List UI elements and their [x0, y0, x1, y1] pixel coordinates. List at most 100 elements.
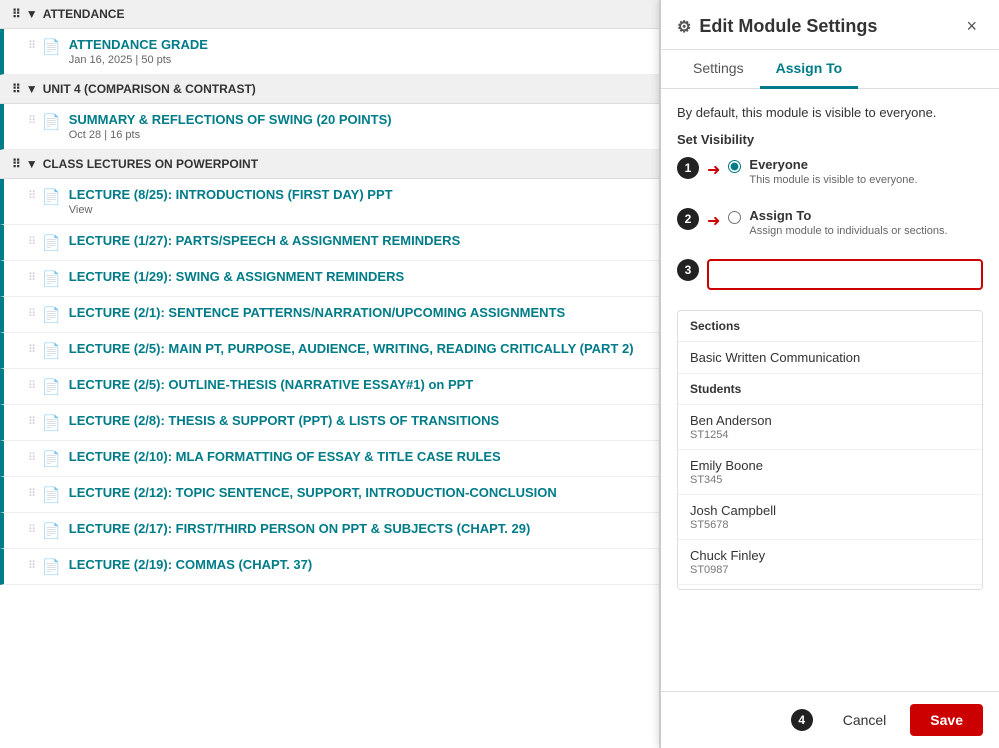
item-title-lec7: LECTURE (2/10): MLA FORMATTING OF ESSAY …: [69, 449, 647, 464]
everyone-option-row: 1 ➜ Everyone This module is visible to e…: [677, 157, 983, 198]
triangle-attendance[interactable]: ▼: [26, 7, 38, 21]
item-lecture-3[interactable]: ⠿ 📄 LECTURE (2/1): SENTENCE PATTERNS/NAR…: [0, 297, 659, 333]
radio-everyone-sub: This module is visible to everyone.: [749, 174, 917, 186]
item-content-0: ATTENDANCE GRADE Jan 16, 2025 | 50 pts: [69, 37, 647, 66]
item-content-lec5: LECTURE (2/5): OUTLINE-THESIS (NARRATIVE…: [69, 377, 647, 392]
tab-settings[interactable]: Settings: [677, 50, 760, 89]
search-row: 3: [677, 259, 983, 300]
modal-header: ⚙ Edit Module Settings ×: [661, 0, 999, 50]
item-sub-lec0: View: [69, 204, 647, 216]
students-header: Students: [678, 374, 982, 405]
item-drag-lec7[interactable]: ⠿: [28, 449, 36, 464]
modal-close-button[interactable]: ×: [960, 14, 983, 39]
student-item-0[interactable]: Ben Anderson ST1254: [678, 405, 982, 450]
assign-to-option-row: 2 ➜ Assign To Assign module to individua…: [677, 208, 983, 249]
item-drag-0[interactable]: ⠿: [28, 37, 36, 52]
left-panel: ⠿ ▼ ATTENDANCE ⠿ 📄 ATTENDANCE GRADE Jan …: [0, 0, 660, 748]
item-content-lec8: LECTURE (2/12): TOPIC SENTENCE, SUPPORT,…: [69, 485, 647, 500]
item-content-lec1: LECTURE (1/27): PARTS/SPEECH & ASSIGNMEN…: [69, 233, 647, 248]
item-title-lec4: LECTURE (2/5): MAIN PT, PURPOSE, AUDIENC…: [69, 341, 647, 356]
doc-icon-lec3: 📄: [42, 305, 61, 324]
doc-icon-lec7: 📄: [42, 449, 61, 468]
doc-icon-0: 📄: [42, 37, 61, 56]
annotation-arrow-2: ➜: [707, 211, 720, 231]
item-drag-lec8[interactable]: ⠿: [28, 485, 36, 500]
tab-assign-to[interactable]: Assign To: [760, 50, 859, 89]
item-title-lec2: LECTURE (1/29): SWING & ASSIGNMENT REMIN…: [69, 269, 647, 284]
radio-everyone-title: Everyone: [749, 157, 917, 172]
radio-assign-input[interactable]: [728, 211, 741, 224]
item-lecture-0[interactable]: ⠿ 📄 LECTURE (8/25): INTRODUCTIONS (FIRST…: [0, 179, 659, 225]
radio-assign-option: Assign To Assign module to individuals o…: [728, 208, 947, 237]
item-title-lec6: LECTURE (2/8): THESIS & SUPPORT (PPT) & …: [69, 413, 647, 428]
item-title-lec10: LECTURE (2/19): COMMAS (CHAPT. 37): [69, 557, 647, 572]
item-lecture-10[interactable]: ⠿ 📄 LECTURE (2/19): COMMAS (CHAPT. 37): [0, 549, 659, 585]
section-item-0[interactable]: Basic Written Communication: [678, 342, 982, 374]
doc-icon-lec8: 📄: [42, 485, 61, 504]
drag-handle-lectures[interactable]: ⠿: [12, 157, 21, 171]
item-lecture-6[interactable]: ⠿ 📄 LECTURE (2/8): THESIS & SUPPORT (PPT…: [0, 405, 659, 441]
item-content-lec2: LECTURE (1/29): SWING & ASSIGNMENT REMIN…: [69, 269, 647, 284]
doc-icon-lec0: 📄: [42, 187, 61, 206]
item-title-lec5: LECTURE (2/5): OUTLINE-THESIS (NARRATIVE…: [69, 377, 647, 392]
item-swing[interactable]: ⠿ 📄 SUMMARY & REFLECTIONS OF SWING (20 P…: [0, 104, 659, 150]
modal-title: ⚙ Edit Module Settings: [677, 16, 877, 37]
modal-title-text: Edit Module Settings: [699, 16, 877, 37]
student-3-id: ST0987: [690, 564, 970, 576]
item-content-lec9: LECTURE (2/17): FIRST/THIRD PERSON ON PP…: [69, 521, 647, 536]
doc-icon-lec5: 📄: [42, 377, 61, 396]
radio-everyone-option: Everyone This module is visible to every…: [728, 157, 917, 186]
item-drag-lec6[interactable]: ⠿: [28, 413, 36, 428]
triangle-lectures[interactable]: ▼: [26, 157, 38, 171]
doc-icon-lec10: 📄: [42, 557, 61, 576]
item-lecture-2[interactable]: ⠿ 📄 LECTURE (1/29): SWING & ASSIGNMENT R…: [0, 261, 659, 297]
item-attendance-grade[interactable]: ⠿ 📄 ATTENDANCE GRADE Jan 16, 2025 | 50 p…: [0, 29, 659, 75]
save-button[interactable]: Save: [910, 704, 983, 736]
doc-icon-lec6: 📄: [42, 413, 61, 432]
student-item-1[interactable]: Emily Boone ST345: [678, 450, 982, 495]
assign-search-input[interactable]: [707, 259, 983, 290]
item-title-lec0: LECTURE (8/25): INTRODUCTIONS (FIRST DAY…: [69, 187, 647, 202]
item-drag-lec5[interactable]: ⠿: [28, 377, 36, 392]
item-sub-swing: Oct 28 | 16 pts: [69, 129, 647, 141]
drag-handle-attendance[interactable]: ⠿: [12, 7, 21, 21]
annotation-arrow-1: ➜: [707, 160, 720, 180]
student-item-4[interactable]: Fiona Glennann ST4789: [678, 585, 982, 590]
section-lectures-label: CLASS LECTURES ON POWERPOINT: [43, 157, 258, 171]
item-drag-lec1[interactable]: ⠿: [28, 233, 36, 248]
annotation-bubble-4: 4: [791, 709, 813, 731]
item-lecture-7[interactable]: ⠿ 📄 LECTURE (2/10): MLA FORMATTING OF ES…: [0, 441, 659, 477]
triangle-unit4[interactable]: ▼: [26, 82, 38, 96]
item-drag-lec10[interactable]: ⠿: [28, 557, 36, 572]
item-content-lec7: LECTURE (2/10): MLA FORMATTING OF ESSAY …: [69, 449, 647, 464]
item-content-lec10: LECTURE (2/19): COMMAS (CHAPT. 37): [69, 557, 647, 572]
doc-icon-lec2: 📄: [42, 269, 61, 288]
cancel-button[interactable]: Cancel: [829, 706, 901, 734]
drag-handle-unit4[interactable]: ⠿: [12, 82, 21, 96]
item-drag-swing[interactable]: ⠿: [28, 112, 36, 127]
item-lecture-5[interactable]: ⠿ 📄 LECTURE (2/5): OUTLINE-THESIS (NARRA…: [0, 369, 659, 405]
item-lecture-9[interactable]: ⠿ 📄 LECTURE (2/17): FIRST/THIRD PERSON O…: [0, 513, 659, 549]
section-attendance-label: ATTENDANCE: [43, 7, 125, 21]
student-item-3[interactable]: Chuck Finley ST0987: [678, 540, 982, 585]
item-content-lec0: LECTURE (8/25): INTRODUCTIONS (FIRST DAY…: [69, 187, 647, 216]
modal-footer: 4 Cancel Save: [661, 691, 999, 748]
item-lecture-1[interactable]: ⠿ 📄 LECTURE (1/27): PARTS/SPEECH & ASSIG…: [0, 225, 659, 261]
item-drag-lec3[interactable]: ⠿: [28, 305, 36, 320]
item-drag-lec2[interactable]: ⠿: [28, 269, 36, 284]
assign-dropdown-list: Sections Basic Written Communication Stu…: [677, 310, 983, 590]
item-lecture-8[interactable]: ⠿ 📄 LECTURE (2/12): TOPIC SENTENCE, SUPP…: [0, 477, 659, 513]
item-lecture-4[interactable]: ⠿ 📄 LECTURE (2/5): MAIN PT, PURPOSE, AUD…: [0, 333, 659, 369]
item-drag-lec0[interactable]: ⠿: [28, 187, 36, 202]
item-drag-lec4[interactable]: ⠿: [28, 341, 36, 356]
sections-header: Sections: [678, 311, 982, 342]
edit-module-settings-modal: ⚙ Edit Module Settings × Settings Assign…: [660, 0, 999, 748]
section-lectures: ⠿ ▼ CLASS LECTURES ON POWERPOINT: [0, 150, 659, 179]
item-content-swing: SUMMARY & REFLECTIONS OF SWING (20 POINT…: [69, 112, 647, 141]
student-item-2[interactable]: Josh Campbell ST5678: [678, 495, 982, 540]
student-0-name: Ben Anderson: [690, 413, 970, 428]
item-drag-lec9[interactable]: ⠿: [28, 521, 36, 536]
annotation-bubble-2: 2: [677, 208, 699, 230]
student-1-id: ST345: [690, 474, 970, 486]
radio-everyone-input[interactable]: [728, 160, 741, 173]
